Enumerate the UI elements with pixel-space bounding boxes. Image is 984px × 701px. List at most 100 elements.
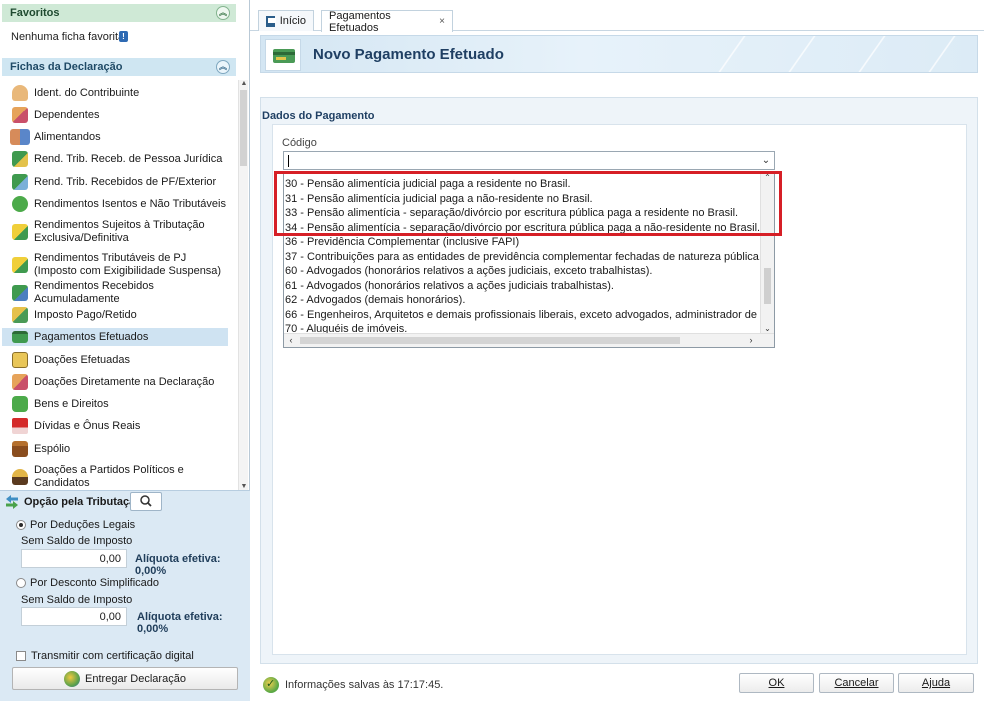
dropdown-horizontal-scrollbar[interactable]: ‹ › [284,333,774,347]
sidebar-item-doacoes-efetuadas[interactable]: Doações Efetuadas [2,351,228,369]
header-icon-box [265,39,301,71]
scroll-up-icon[interactable]: ⌃ [761,173,774,182]
scroll-down-icon[interactable]: ▼ [240,483,248,490]
checkbox[interactable] [16,651,26,661]
party-donation-icon [12,469,28,485]
page-title: Novo Pagamento Efetuado [313,46,504,63]
main-area: Início Pagamentos Efetuados × Novo Pagam… [250,0,984,701]
tab-pagamentos-efetuados[interactable]: Pagamentos Efetuados × [321,10,453,34]
sidebar-item-dividas[interactable]: Dívidas e Ônus Reais [2,417,228,435]
dropdown-option[interactable]: 61 - Advogados (honorários relativos a a… [285,279,761,294]
dropdown-option[interactable]: 34 - Pensão alimentícia - separação/divó… [285,221,761,236]
fichas-title: Fichas da Declaração [10,61,123,73]
radio-button[interactable] [16,520,26,530]
money-person-icon [12,174,28,190]
scroll-left-icon[interactable]: ‹ [284,334,298,347]
dropdown-option[interactable]: 36 - Previdência Complementar (inclusive… [285,235,761,250]
radio-label: Por Desconto Simplificado [30,577,160,589]
money-arrow-icon [12,151,28,167]
sidebar-item-bens-direitos[interactable]: Bens e Direitos [2,395,228,413]
favoritos-header[interactable]: Favoritos ︽ [2,4,236,22]
warning-money-icon [12,224,28,240]
help-button[interactable]: Ajuda [898,673,974,693]
globe-icon [64,670,81,687]
scroll-thumb[interactable] [240,90,247,166]
sidebar-item-rend-acumulados[interactable]: Rendimentos Recebidos Acumuladamente [2,280,228,305]
scroll-thumb[interactable] [764,268,771,304]
entregar-label: Entregar Declaração [85,672,186,685]
entregar-declaracao-button[interactable]: Entregar Declaração [12,667,238,690]
scroll-up-icon[interactable]: ▲ [240,80,248,87]
dropdown-option[interactable]: 37 - Contribuições para as entidades de … [285,250,761,265]
scroll-thumb[interactable] [300,337,680,344]
magnifier-icon [140,495,152,507]
person-icon [12,85,28,101]
decorative-stripe [788,36,816,72]
sidebar-item-rend-exigibilidade[interactable]: Rendimentos Tributáveis de PJ (Imposto c… [2,250,228,280]
dropdown-option[interactable]: 62 - Advogados (demais honorários). [285,293,761,308]
sidebar-item-dependentes[interactable]: Dependentes [2,106,228,124]
codigo-combobox[interactable]: ⌄ [283,151,775,170]
sidebar-item-rend-pf-exterior[interactable]: Rend. Trib. Recebidos de PF/Exterior [2,173,228,191]
sidebar-item-doacoes-partidos[interactable]: Doações a Partidos Políticos e Candidato… [2,462,228,490]
sidebar-item-pagamentos-efetuados[interactable]: Pagamentos Efetuados [2,328,228,346]
collapse-chevron-icon[interactable]: ︽ [216,6,230,20]
radio-button[interactable] [16,578,26,588]
sidebar-item-ident-contribuinte[interactable]: Ident. do Contribuinte [2,84,228,102]
codigo-dropdown-list[interactable]: 30 - Pensão alimentícia judicial paga a … [283,171,775,348]
radio-deducoes-legais[interactable]: Por Deduções Legais [16,519,135,531]
dropdown-option[interactable]: 30 - Pensão alimentícia judicial paga a … [285,177,761,192]
radio-desconto-simplificado[interactable]: Por Desconto Simplificado [16,577,159,589]
sidebar-item-label: Alimentandos [34,130,101,143]
fichas-header[interactable]: Fichas da Declaração ︽ [2,58,236,76]
info-icon[interactable]: ! [119,31,128,42]
sidebar-item-espolio[interactable]: Espólio [2,440,228,458]
donation-direct-icon [12,374,28,390]
dropdown-option[interactable]: 66 - Engenheiros, Arquitetos e demais pr… [285,308,761,323]
decorative-stripe [928,36,956,72]
sidebar-item-label: Imposto Pago/Retido [34,308,137,321]
tab-inicio[interactable]: Início [258,10,314,31]
decorative-stripe [718,36,746,72]
dropdown-vertical-scrollbar[interactable]: ⌃ ⌄ [760,172,774,334]
chest-icon [12,441,28,457]
aliquota-simplificado: Alíquota efetiva: 0,00% [137,611,223,635]
sidebar-item-label: Rendimentos Sujeitos à Tributação Exclus… [34,219,205,244]
alimentandos-icon [10,129,30,145]
sidebar-scrollbar[interactable]: ▲ ▼ [238,80,248,490]
cancel-button[interactable]: Cancelar [819,673,894,693]
swap-arrows-icon [6,495,18,509]
dropdown-option[interactable]: 31 - Pensão alimentícia judicial paga a … [285,192,761,207]
sidebar-item-rend-pj[interactable]: Rend. Trib. Receb. de Pessoa Jurídica [2,150,228,168]
ok-label: OK [768,677,785,689]
saldo-label-deducoes: Sem Saldo de Imposto [21,535,133,547]
collapse-chevron-icon[interactable]: ︽ [216,60,230,74]
sidebar-item-rend-exclusiva[interactable]: Rendimentos Sujeitos à Tributação Exclus… [2,217,228,247]
close-icon[interactable]: × [439,16,445,27]
sidebar-item-alimentandos[interactable]: Alimentandos [2,128,228,146]
decorative-stripe [858,36,886,72]
dropdown-option[interactable]: 33 - Pensão alimentícia - separação/divó… [285,206,761,221]
check-money-icon [12,196,28,212]
sidebar-item-label: Dívidas e Ônus Reais [34,419,141,432]
ok-button[interactable]: OK [739,673,814,693]
tax-paid-icon [12,307,28,323]
card-icon [273,49,295,63]
fichas-list: Ident. do Contribuinte Dependentes Alime… [2,80,236,490]
radio-label: Por Deduções Legais [30,519,136,531]
accumulated-icon [12,285,28,301]
tributacao-search-button[interactable] [130,492,162,511]
sidebar-item-label: Rend. Trib. Recebidos de PF/Exterior [34,175,217,188]
saldo-value-simplificado: 0,00 [21,607,127,626]
transmitir-certificado-checkbox[interactable]: Transmitir com certificação digital [16,650,194,662]
codigo-label: Código [282,137,317,149]
scroll-right-icon[interactable]: › [744,334,758,347]
chevron-down-icon[interactable]: ⌄ [759,153,773,168]
sidebar-item-imposto-pago[interactable]: Imposto Pago/Retido [2,306,228,324]
sidebar-item-rend-isentos[interactable]: Rendimentos Isentos e Não Tributáveis [2,195,228,213]
scroll-down-icon[interactable]: ⌄ [761,324,774,333]
card-icon [12,331,28,343]
dropdown-option[interactable]: 60 - Advogados (honorários relativos a a… [285,264,761,279]
sidebar-item-doacoes-diretamente[interactable]: Doações Diretamente na Declaração [2,373,228,391]
sidebar-item-label: Pagamentos Efetuados [34,330,149,343]
